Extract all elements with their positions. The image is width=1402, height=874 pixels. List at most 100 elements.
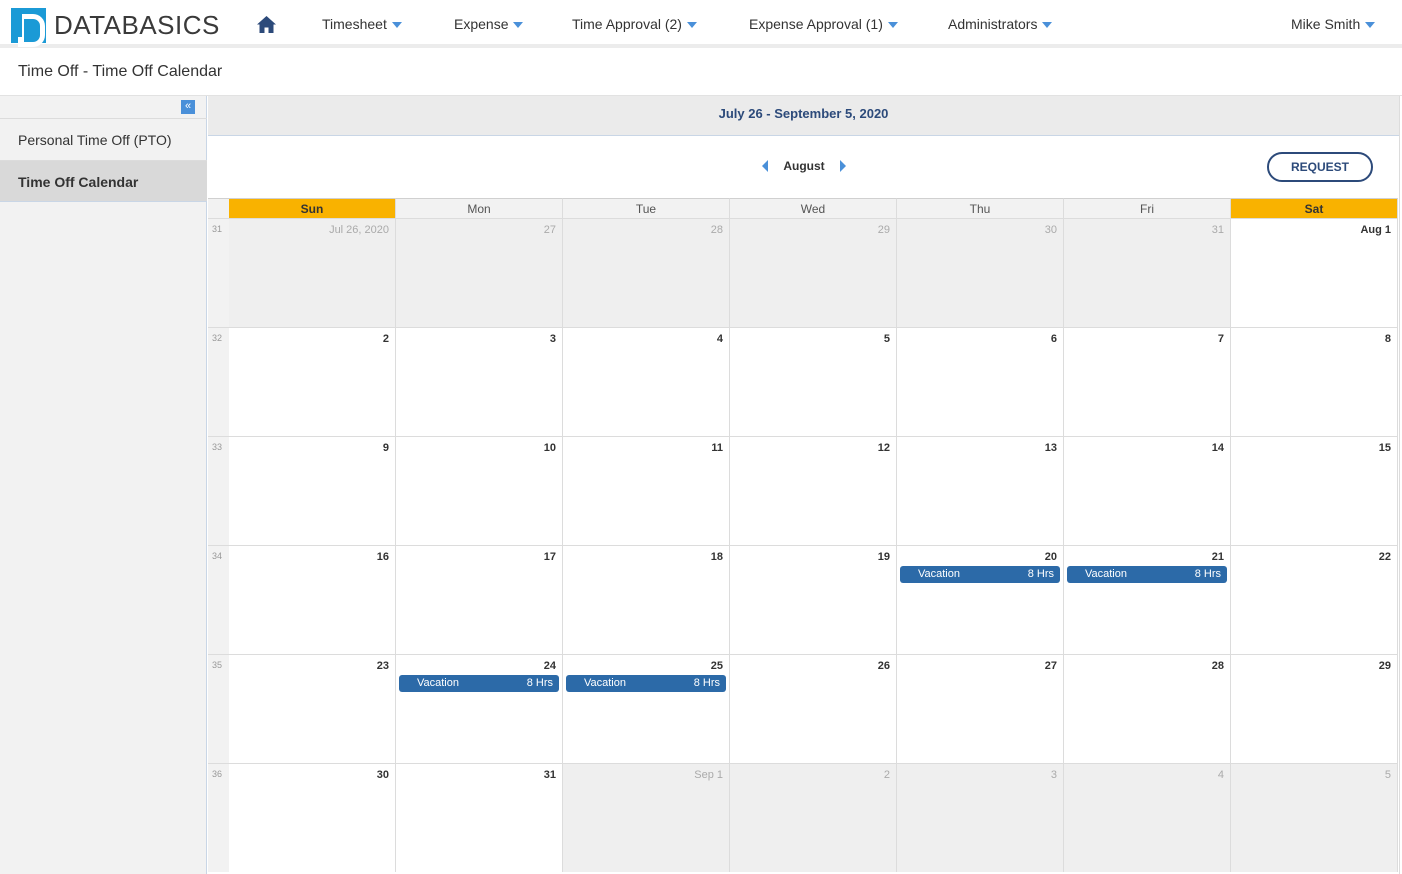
calendar-day-cell[interactable]: 20 Vacation 8 Hrs (897, 545, 1064, 654)
nav-timesheet-label: Timesheet (322, 16, 387, 32)
calendar-day-cell[interactable]: 24 Vacation 8 Hrs (396, 654, 563, 763)
day-number: 2 (382, 333, 389, 345)
calendar-day-cell[interactable]: 22 (1231, 545, 1398, 654)
day-number: 14 (1211, 442, 1224, 454)
day-number: 30 (376, 769, 389, 781)
sidebar-item-pto[interactable]: Personal Time Off (PTO) (0, 118, 207, 160)
day-number: 29 (877, 224, 890, 236)
day-number: 8 (1384, 333, 1391, 345)
calendar-day-cell[interactable]: 4 (563, 327, 730, 436)
day-number: 23 (376, 660, 389, 672)
day-number: 28 (1211, 660, 1224, 672)
calendar-day-cell[interactable]: 4 (1064, 763, 1231, 872)
calendar-day-cell[interactable]: 21 Vacation 8 Hrs (1064, 545, 1231, 654)
next-month-icon[interactable] (840, 160, 846, 172)
calendar-day-cell[interactable]: 10 (396, 436, 563, 545)
event-hours: 8 Hrs (1027, 568, 1054, 580)
weekday-header-thu: Thu (897, 198, 1064, 218)
week-number: 33 (208, 436, 229, 545)
calendar-day-cell[interactable]: 5 (1231, 763, 1398, 872)
calendar-day-cell[interactable]: 27 (396, 218, 563, 327)
calendar-day-cell[interactable]: 13 (897, 436, 1064, 545)
chevron-down-icon (1042, 22, 1053, 28)
calendar-day-cell[interactable]: 19 (730, 545, 897, 654)
request-button[interactable]: REQUEST (1267, 152, 1373, 182)
calendar-day-cell[interactable]: Sep 1 (563, 763, 730, 872)
time-off-event[interactable]: Vacation 8 Hrs (900, 566, 1060, 583)
calendar-day-cell[interactable]: 25 Vacation 8 Hrs (563, 654, 730, 763)
calendar-day-cell[interactable]: 14 (1064, 436, 1231, 545)
calendar-day-cell[interactable]: 17 (396, 545, 563, 654)
nav-expense[interactable]: Expense (454, 16, 524, 32)
calendar-day-cell[interactable]: 31 (396, 763, 563, 872)
nav-administrators[interactable]: Administrators (948, 16, 1053, 32)
day-number: 3 (549, 333, 556, 345)
calendar-day-cell[interactable]: 7 (1064, 327, 1231, 436)
day-number: 2 (883, 769, 890, 781)
day-number: 6 (1050, 333, 1057, 345)
calendar-day-cell[interactable]: Jul 26, 2020 (229, 218, 396, 327)
nav-administrators-label: Administrators (948, 16, 1038, 32)
event-name: Vacation (1085, 568, 1127, 580)
day-number: 4 (716, 333, 723, 345)
nav-timesheet[interactable]: Timesheet (322, 16, 402, 32)
day-number: 13 (1044, 442, 1057, 454)
calendar-day-cell[interactable]: 27 (897, 654, 1064, 763)
collapse-sidebar-icon[interactable]: « (181, 100, 195, 114)
user-menu[interactable]: Mike Smith (1291, 16, 1376, 32)
nav-time-approval-label: Time Approval (2) (572, 16, 682, 32)
calendar-day-cell[interactable]: 18 (563, 545, 730, 654)
weekday-header-wed: Wed (730, 198, 897, 218)
calendar-day-cell[interactable]: 30 (229, 763, 396, 872)
calendar-day-cell[interactable]: 3 (396, 327, 563, 436)
week-number: 34 (208, 545, 229, 654)
weekday-header-tue: Tue (563, 198, 730, 218)
time-off-event[interactable]: Vacation 8 Hrs (399, 675, 559, 692)
weekday-header-sat: Sat (1231, 198, 1398, 218)
calendar-day-cell[interactable]: 30 (897, 218, 1064, 327)
chevron-down-icon (1365, 22, 1376, 28)
day-number: 26 (877, 660, 890, 672)
calendar-day-cell[interactable]: 29 (730, 218, 897, 327)
nav-time-approval[interactable]: Time Approval (2) (572, 16, 697, 32)
calendar-day-cell[interactable]: Aug 1 (1231, 218, 1398, 327)
day-number: Sep 1 (694, 769, 723, 781)
calendar-day-cell[interactable]: 11 (563, 436, 730, 545)
nav-expense-approval[interactable]: Expense Approval (1) (749, 16, 898, 32)
sidebar-item-time-off-calendar[interactable]: Time Off Calendar (0, 160, 207, 202)
calendar-day-cell[interactable]: 12 (730, 436, 897, 545)
event-hours: 8 Hrs (526, 677, 553, 689)
calendar-day-cell[interactable]: 6 (897, 327, 1064, 436)
day-number: 22 (1378, 551, 1391, 563)
calendar-day-cell[interactable]: 26 (730, 654, 897, 763)
event-hours: 8 Hrs (693, 677, 720, 689)
calendar-day-cell[interactable]: 31 (1064, 218, 1231, 327)
event-name: Vacation (584, 677, 626, 689)
calendar-day-cell[interactable]: 3 (897, 763, 1064, 872)
logo[interactable]: DATABASICS (11, 8, 220, 47)
calendar-day-cell[interactable]: 15 (1231, 436, 1398, 545)
calendar-day-cell[interactable]: 28 (563, 218, 730, 327)
date-range-header: July 26 - September 5, 2020 (208, 96, 1399, 136)
time-off-event[interactable]: Vacation 8 Hrs (1067, 566, 1227, 583)
day-number: 3 (1050, 769, 1057, 781)
calendar-day-cell[interactable]: 23 (229, 654, 396, 763)
calendar-day-cell[interactable]: 8 (1231, 327, 1398, 436)
calendar-day-cell[interactable]: 28 (1064, 654, 1231, 763)
calendar-day-cell[interactable]: 5 (730, 327, 897, 436)
time-off-event[interactable]: Vacation 8 Hrs (566, 675, 726, 692)
calendar-day-cell[interactable]: 2 (730, 763, 897, 872)
day-number: 30 (1044, 224, 1057, 236)
day-number: 15 (1378, 442, 1391, 454)
chevron-down-icon (513, 22, 524, 28)
calendar-day-cell[interactable]: 9 (229, 436, 396, 545)
chevron-down-icon (686, 22, 697, 28)
calendar-day-cell[interactable]: 29 (1231, 654, 1398, 763)
calendar-day-cell[interactable]: 16 (229, 545, 396, 654)
page-title: Time Off - Time Off Calendar (18, 63, 223, 80)
home-icon[interactable] (257, 16, 276, 33)
calendar-day-cell[interactable]: 2 (229, 327, 396, 436)
nav-expense-label: Expense (454, 16, 509, 32)
day-number: 24 (543, 660, 556, 672)
sidebar: « Personal Time Off (PTO) Time Off Calen… (0, 96, 207, 874)
